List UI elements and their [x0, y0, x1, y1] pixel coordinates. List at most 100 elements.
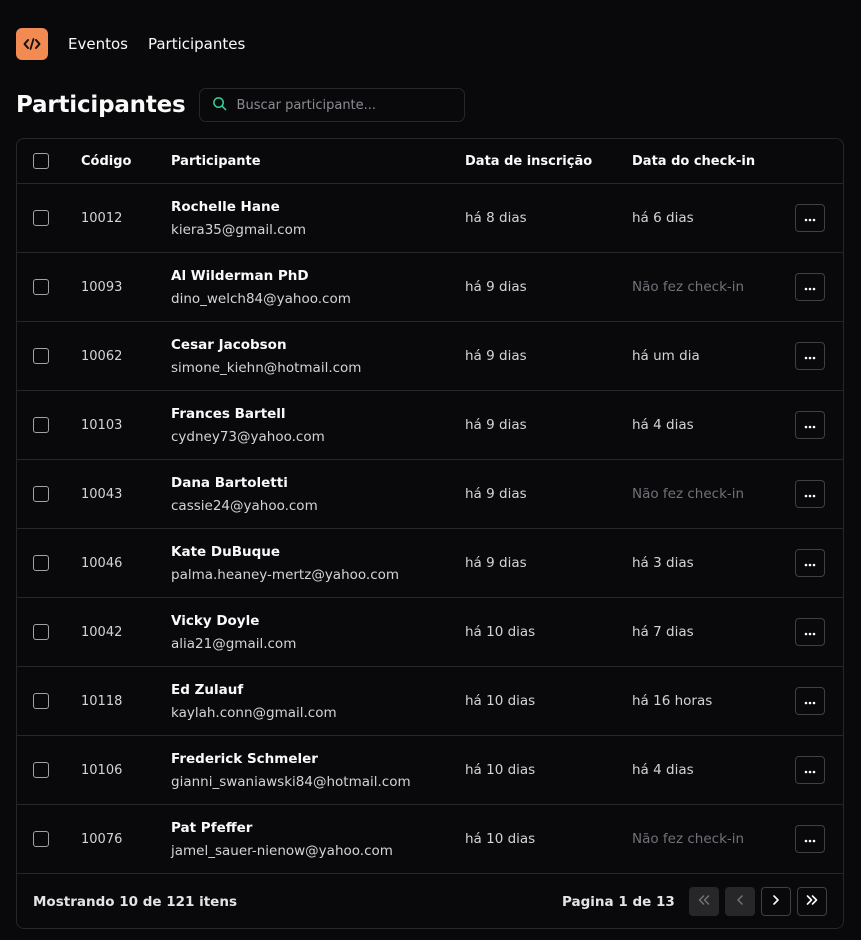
- nav-link-participantes[interactable]: Participantes: [148, 35, 245, 53]
- participant-email: gianni_swaniawski84@hotmail.com: [171, 773, 411, 790]
- more-horizontal-icon: [804, 832, 816, 846]
- header-registration-date[interactable]: Data de inscrição: [465, 139, 592, 183]
- participant-code: 10046: [81, 555, 123, 571]
- participant-name: Kate DuBuque: [171, 543, 281, 560]
- row-actions-cell: [795, 184, 825, 252]
- row-checkbox[interactable]: [33, 762, 49, 778]
- header-participant[interactable]: Participante: [171, 139, 261, 183]
- row-select-cell: [33, 184, 49, 252]
- row-select-cell: [33, 253, 49, 321]
- page-header: Participantes: [16, 88, 465, 122]
- row-actions-cell: [795, 460, 825, 528]
- table-row: 10012 Rochelle Hane kiera35@gmail.com há…: [17, 184, 843, 253]
- row-actions-cell: [795, 667, 825, 735]
- row-checkbox[interactable]: [33, 279, 49, 295]
- select-all-checkbox[interactable]: [33, 153, 49, 169]
- participant-cell: Pat Pfeffer jamel_sauer-nienow@yahoo.com: [171, 805, 393, 873]
- row-checkbox[interactable]: [33, 624, 49, 640]
- row-checkbox[interactable]: [33, 555, 49, 571]
- table-row: 10103 Frances Bartell cydney73@yahoo.com…: [17, 391, 843, 460]
- participant-email: cassie24@yahoo.com: [171, 497, 318, 514]
- row-select-cell: [33, 598, 49, 666]
- more-horizontal-icon: [804, 625, 816, 639]
- more-horizontal-icon: [804, 487, 816, 501]
- participant-cell: Vicky Doyle alia21@gmail.com: [171, 598, 296, 666]
- checkin-date: há 4 dias: [632, 762, 694, 778]
- search-input[interactable]: [236, 97, 447, 113]
- page-indicator: Pagina 1 de 13: [562, 893, 675, 910]
- row-select-cell: [33, 667, 49, 735]
- checkin-date: há um dia: [632, 348, 700, 364]
- more-horizontal-icon: [804, 280, 816, 294]
- participant-name: Pat Pfeffer: [171, 819, 253, 836]
- row-actions-button[interactable]: [795, 204, 825, 232]
- row-actions-cell: [795, 736, 825, 804]
- row-select-cell: [33, 529, 49, 597]
- more-horizontal-icon: [804, 349, 816, 363]
- row-checkbox[interactable]: [33, 210, 49, 226]
- participant-name: Frances Bartell: [171, 405, 286, 422]
- participant-name: Cesar Jacobson: [171, 336, 287, 353]
- nav-link-eventos[interactable]: Eventos: [68, 35, 128, 53]
- row-actions-button[interactable]: [795, 480, 825, 508]
- code-brackets-icon[interactable]: [16, 28, 48, 60]
- participant-code: 10042: [81, 624, 123, 640]
- last-page-button[interactable]: [797, 887, 827, 916]
- row-actions-cell: [795, 391, 825, 459]
- checkin-date: há 4 dias: [632, 417, 694, 433]
- row-checkbox[interactable]: [33, 486, 49, 502]
- row-actions-button[interactable]: [795, 687, 825, 715]
- participant-email: cydney73@yahoo.com: [171, 428, 325, 445]
- row-actions-button[interactable]: [795, 756, 825, 784]
- registration-date: há 9 dias: [465, 348, 527, 364]
- row-select-cell: [33, 391, 49, 459]
- header-checkin-date[interactable]: Data do check-in: [632, 139, 755, 183]
- first-page-button[interactable]: [689, 887, 719, 916]
- participant-code: 10012: [81, 210, 123, 226]
- more-horizontal-icon: [804, 418, 816, 432]
- row-checkbox[interactable]: [33, 693, 49, 709]
- row-actions-button[interactable]: [795, 549, 825, 577]
- participant-name: Vicky Doyle: [171, 612, 260, 629]
- row-select-cell: [33, 322, 49, 390]
- participant-email: palma.heaney-mertz@yahoo.com: [171, 566, 400, 583]
- table-row: 10093 Al Wilderman PhD dino_welch84@yaho…: [17, 253, 843, 322]
- row-actions-button[interactable]: [795, 618, 825, 646]
- more-horizontal-icon: [804, 763, 816, 777]
- table-row: 10043 Dana Bartoletti cassie24@yahoo.com…: [17, 460, 843, 529]
- search-box[interactable]: [198, 88, 465, 122]
- row-actions-button[interactable]: [795, 825, 825, 853]
- participant-name: Al Wilderman PhD: [171, 267, 309, 284]
- row-checkbox[interactable]: [33, 831, 49, 847]
- participant-name: Ed Zulauf: [171, 681, 244, 698]
- checkin-date: há 6 dias: [632, 210, 694, 226]
- next-page-button[interactable]: [761, 887, 791, 916]
- participant-email: dino_welch84@yahoo.com: [171, 290, 351, 307]
- participant-cell: Kate DuBuque palma.heaney-mertz@yahoo.co…: [171, 529, 399, 597]
- registration-date: há 8 dias: [465, 210, 527, 226]
- checkin-date: há 16 horas: [632, 693, 713, 709]
- checkin-date: Não fez check-in: [632, 486, 745, 502]
- search-icon: [212, 96, 227, 115]
- row-checkbox[interactable]: [33, 348, 49, 364]
- participants-table: Código Participante Data de inscrição Da…: [16, 138, 844, 929]
- table-row: 10062 Cesar Jacobson simone_kiehn@hotmai…: [17, 322, 843, 391]
- row-actions-button[interactable]: [795, 342, 825, 370]
- registration-date: há 10 dias: [465, 831, 536, 847]
- header-code[interactable]: Código: [81, 139, 131, 183]
- row-actions-cell: [795, 322, 825, 390]
- registration-date: há 9 dias: [465, 417, 527, 433]
- registration-date: há 10 dias: [465, 693, 536, 709]
- previous-page-button[interactable]: [725, 887, 755, 916]
- participant-name: Frederick Schmeler: [171, 750, 318, 767]
- showing-count: Mostrando 10 de 121 itens: [33, 893, 237, 910]
- row-actions-button[interactable]: [795, 411, 825, 439]
- row-actions-button[interactable]: [795, 273, 825, 301]
- row-actions-cell: [795, 805, 825, 873]
- chevron-right-icon: [771, 894, 781, 910]
- row-select-cell: [33, 805, 49, 873]
- participant-code: 10076: [81, 831, 123, 847]
- row-actions-cell: [795, 253, 825, 321]
- table-row: 10106 Frederick Schmeler gianni_swaniaws…: [17, 736, 843, 805]
- row-checkbox[interactable]: [33, 417, 49, 433]
